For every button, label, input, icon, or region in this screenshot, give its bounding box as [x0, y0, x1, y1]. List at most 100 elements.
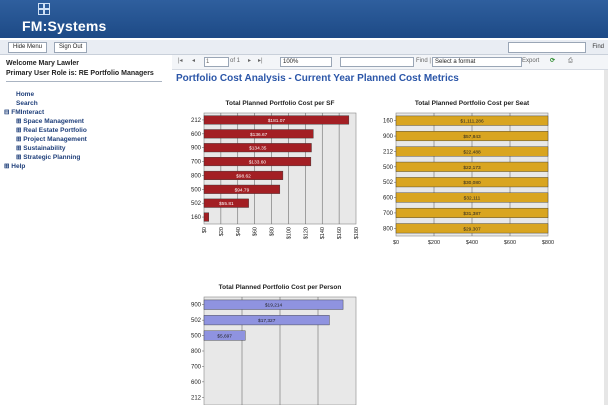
x-tick-label: $80 — [270, 227, 276, 236]
category-label: 800 — [191, 349, 202, 355]
chart-title: Total Planned Portfolio Cost per Person — [219, 284, 342, 291]
category-label: 500 — [191, 187, 202, 193]
category-label: 500 — [383, 165, 394, 171]
x-tick-label: $100 — [286, 227, 292, 239]
data-label: $55.81 — [219, 201, 234, 207]
category-label: 800 — [383, 226, 394, 232]
refresh-icon[interactable]: ⟳ — [550, 57, 555, 66]
category-label: 800 — [191, 173, 202, 179]
page-total: of 1 — [230, 58, 241, 64]
category-label: 600 — [383, 196, 394, 202]
first-page-icon[interactable]: |◂ — [178, 57, 183, 66]
nav-item-label: Project Management — [23, 136, 87, 143]
data-label: $31,387 — [463, 211, 481, 217]
export-format-select[interactable]: Select a format — [432, 57, 522, 67]
welcome-text: Welcome Mary Lawler — [6, 60, 80, 67]
data-label: $1,111,286 — [460, 119, 484, 125]
page-number-input[interactable]: 1 — [204, 57, 229, 67]
category-label: 700 — [191, 364, 202, 370]
nav-help[interactable]: ⊞ Help — [4, 162, 87, 171]
category-label: 212 — [191, 395, 202, 401]
find-text-input[interactable] — [340, 57, 414, 67]
nav-item-label: Strategic Planning — [23, 154, 81, 161]
chart-cost-per-seat: Total Planned Portfolio Cost per Seat 160… — [383, 100, 554, 246]
x-tick-label: $600 — [504, 240, 516, 246]
category-label: 500 — [191, 334, 202, 340]
x-tick-label: $160 — [337, 227, 343, 239]
category-label: 502 — [383, 180, 394, 186]
navigation-tree: Home Search ⊟ FMInteract ⊞ Space Managem… — [4, 90, 87, 171]
print-icon[interactable]: ⎙ — [568, 57, 573, 66]
data-label: $98.62 — [236, 173, 251, 179]
sign-out-button[interactable]: Sign Out — [54, 42, 88, 53]
prev-page-icon[interactable]: ◂ — [192, 57, 195, 66]
report-area: |◂ ◂ 1 of 1 ▸ ▸| 100% Find | Next Select… — [172, 55, 608, 405]
data-label: $181.07 — [268, 118, 286, 124]
x-tick-label: $20 — [219, 227, 225, 236]
category-label: 900 — [191, 146, 202, 152]
category-label: 600 — [191, 132, 202, 138]
nav-sustainability[interactable]: ⊞ Sustainability — [4, 144, 87, 153]
x-tick-label: $800 — [542, 240, 554, 246]
x-tick-label: $40 — [236, 227, 242, 236]
nav-item-label: Space Management — [23, 118, 84, 125]
logo-icon — [38, 3, 58, 17]
find-button[interactable]: Find — [592, 42, 604, 53]
category-label: 700 — [191, 160, 202, 166]
data-label: $57,843 — [463, 134, 481, 140]
brand-logo-text: FM:Systems — [22, 18, 107, 34]
x-tick-label: $400 — [466, 240, 478, 246]
chart-cost-per-person: Total Planned Portfolio Cost per Person 9… — [191, 284, 357, 405]
data-label: $133.60 — [249, 160, 267, 166]
hide-menu-button[interactable]: Hide Menu — [8, 42, 48, 53]
nav-home[interactable]: Home — [4, 90, 87, 99]
vertical-scrollbar[interactable] — [604, 70, 608, 405]
page-title: Portfolio Cost Analysis - Current Year P… — [176, 73, 459, 84]
x-tick-label: $140 — [320, 227, 326, 239]
data-label: $17,327 — [258, 318, 276, 324]
left-menu: Welcome Mary Lawler Primary User Role is… — [0, 55, 170, 405]
x-tick-label: $0 — [393, 240, 399, 246]
x-tick-label: $200 — [428, 240, 440, 246]
nav-item-label: Real Estate Portfolio — [23, 127, 87, 134]
nav-project-management[interactable]: ⊞ Project Management — [4, 135, 87, 144]
nav-real-estate-portfolio[interactable]: ⊞ Real Estate Portfolio — [4, 126, 87, 135]
category-label: 900 — [191, 303, 202, 309]
category-label: 160 — [383, 119, 394, 125]
report-toolbar: |◂ ◂ 1 of 1 ▸ ▸| 100% Find | Next Select… — [172, 55, 608, 70]
data-label: $32,111 — [464, 196, 481, 202]
nav-search[interactable]: Search — [4, 99, 87, 108]
nav-fminteract[interactable]: ⊟ FMInteract — [4, 108, 87, 117]
data-label: $5,697 — [217, 334, 232, 340]
top-toolbar: Hide Menu Sign Out Find — [0, 40, 608, 55]
chart-title: Total Planned Portfolio Cost per Seat — [415, 100, 530, 107]
nav-fminteract-label: FMInteract — [11, 109, 45, 116]
bar — [203, 212, 209, 222]
category-label: 502 — [191, 201, 202, 207]
zoom-select[interactable]: 100% — [280, 57, 332, 67]
export-link[interactable]: Export — [522, 57, 539, 66]
last-page-icon[interactable]: ▸| — [258, 57, 263, 66]
category-label: 502 — [191, 318, 202, 324]
data-label: $136.67 — [250, 132, 268, 138]
brand-header: FM:Systems — [0, 0, 608, 38]
data-label: $22,488 — [463, 149, 481, 155]
next-page-icon[interactable]: ▸ — [248, 57, 251, 66]
category-label: 212 — [191, 118, 202, 124]
x-tick-label: $60 — [253, 227, 259, 236]
nav-space-management[interactable]: ⊞ Space Management — [4, 117, 87, 126]
category-label: 700 — [383, 211, 394, 217]
data-label: $29,307 — [463, 226, 481, 232]
nav-strategic-planning[interactable]: ⊞ Strategic Planning — [4, 153, 87, 162]
x-tick-label: $120 — [303, 227, 309, 239]
data-label: $22,173 — [463, 165, 481, 171]
category-label: 212 — [383, 149, 394, 155]
data-label: $30,080 — [463, 180, 481, 186]
data-label: $94.79 — [235, 187, 250, 193]
nav-item-label: Sustainability — [23, 145, 66, 152]
user-info: Welcome Mary Lawler Primary User Role is… — [6, 59, 154, 79]
search-input[interactable] — [508, 42, 586, 53]
category-label: 900 — [383, 134, 394, 140]
user-role-text: Primary User Role is: RE Portfolio Manag… — [6, 70, 154, 77]
divider — [6, 81, 162, 82]
